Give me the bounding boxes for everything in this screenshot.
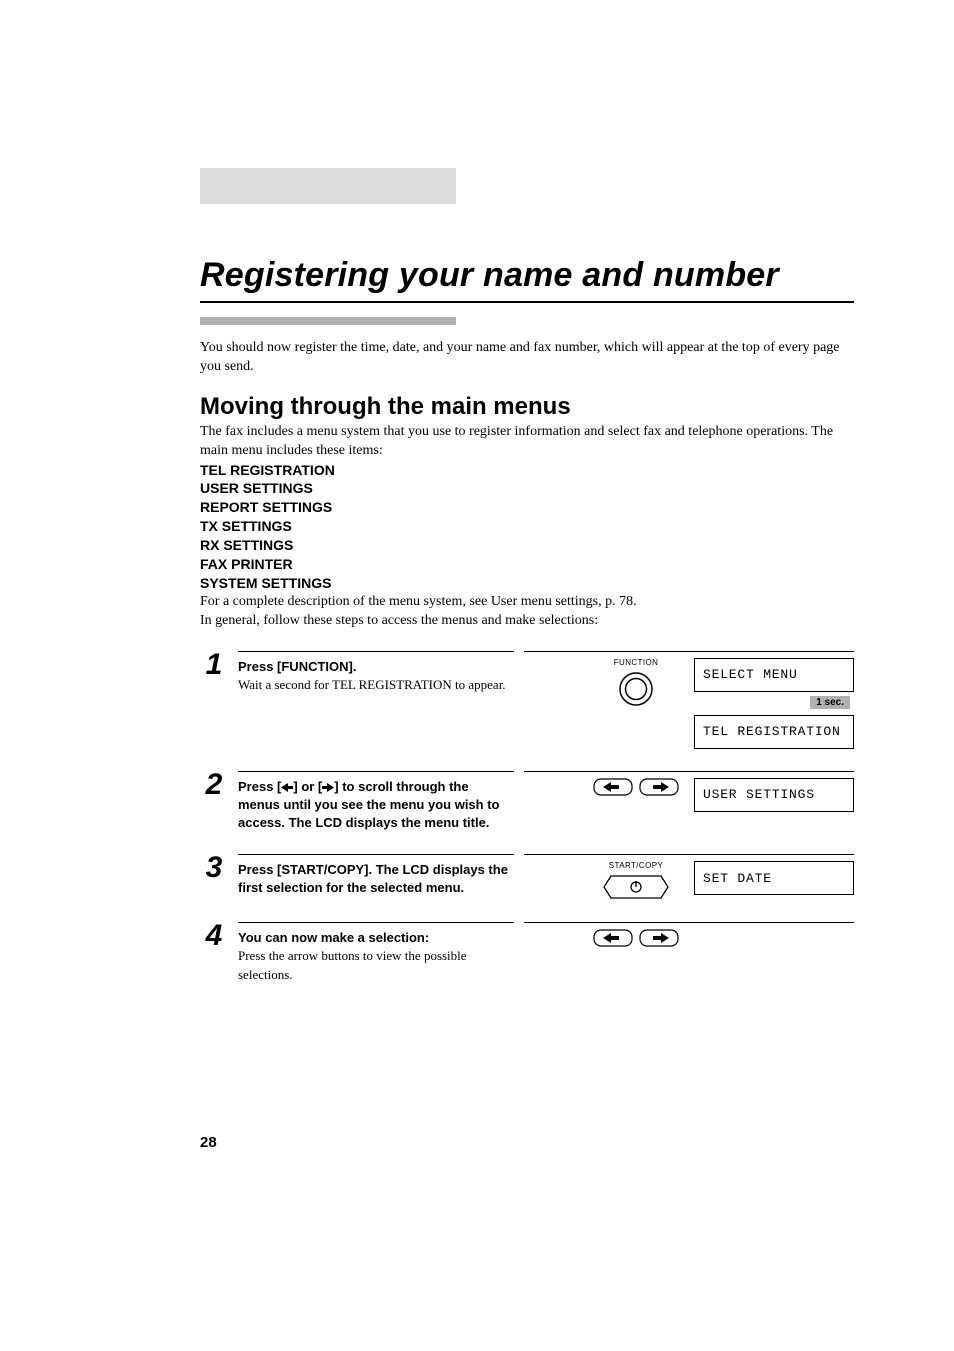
menu-item: FAX PRINTER	[200, 555, 854, 574]
step-text: Press [START/COPY]. The LCD displays the…	[238, 854, 514, 897]
lcd-column: USER SETTINGS	[694, 778, 854, 812]
button-label: START/COPY	[609, 861, 663, 870]
arrow-buttons-column	[592, 929, 680, 947]
section-heading: Moving through the main menus	[200, 393, 854, 421]
step-number: 1	[200, 651, 228, 678]
step-instruction-bold: Press [FUNCTION].	[238, 659, 356, 674]
step-1: 1 Press [FUNCTION]. Wait a second for TE…	[200, 651, 854, 749]
step-text: You can now make a selection: Press the …	[238, 922, 514, 984]
section-note-1: For a complete description of the menu s…	[200, 593, 854, 612]
right-arrow-button-icon	[639, 929, 679, 947]
title-accent-bar	[200, 317, 456, 325]
start-copy-button-column: START/COPY	[592, 861, 680, 900]
step-number: 2	[200, 771, 228, 798]
step-visual	[524, 922, 854, 947]
section-note-2: In general, follow these steps to access…	[200, 612, 854, 631]
step-instruction-plain: Wait a second for TEL REGISTRATION to ap…	[238, 677, 506, 692]
page-title: Registering your name and number	[200, 256, 854, 295]
intro-paragraph: You should now register the time, date, …	[200, 339, 854, 377]
lcd-column: SET DATE	[694, 861, 854, 895]
lcd-display: SET DATE	[694, 861, 854, 895]
menu-item: REPORT SETTINGS	[200, 498, 854, 517]
function-button-icon	[618, 671, 654, 707]
title-underline	[200, 301, 854, 303]
right-arrow-icon	[322, 783, 334, 792]
lcd-column: SELECT MENU 1 sec. TEL REGISTRATION	[694, 658, 854, 749]
steps-list: 1 Press [FUNCTION]. Wait a second for TE…	[200, 651, 854, 984]
section-footer: For a complete description of the menu s…	[200, 593, 854, 631]
step-text: Press [FUNCTION]. Wait a second for TEL …	[238, 651, 514, 694]
page-number: 28	[200, 1134, 217, 1151]
main-menu-list: TEL REGISTRATION USER SETTINGS REPORT SE…	[200, 461, 854, 593]
menu-item: USER SETTINGS	[200, 479, 854, 498]
left-arrow-button-icon	[593, 929, 633, 947]
start-copy-button-icon	[603, 874, 669, 900]
lcd-display: TEL REGISTRATION	[694, 715, 854, 749]
step-visual: START/COPY SET DATE	[524, 854, 854, 900]
right-arrow-button-icon	[639, 778, 679, 796]
left-arrow-icon	[281, 783, 293, 792]
section-description: The fax includes a menu system that you …	[200, 423, 854, 461]
step-visual: FUNCTION SELECT MENU 1 sec. TEL REGISTRA…	[524, 651, 854, 749]
step-3: 3 Press [START/COPY]. The LCD displays t…	[200, 854, 854, 900]
menu-item: SYSTEM SETTINGS	[200, 574, 854, 593]
step-visual: USER SETTINGS	[524, 771, 854, 812]
step-text: Press [] or [] to scroll through the men…	[238, 771, 514, 833]
step-number: 3	[200, 854, 228, 881]
button-label: FUNCTION	[614, 658, 659, 667]
step-instruction-bold: Press [START/COPY]. The LCD displays the…	[238, 862, 508, 895]
delay-badge: 1 sec.	[810, 696, 850, 709]
step-4: 4 You can now make a selection: Press th…	[200, 922, 854, 984]
arrow-buttons-column	[592, 778, 680, 796]
lcd-display: USER SETTINGS	[694, 778, 854, 812]
header-accent-block	[200, 168, 456, 204]
lcd-display: SELECT MENU	[694, 658, 854, 692]
function-button-column: FUNCTION	[592, 658, 680, 707]
step-instruction-plain: Press the arrow buttons to view the poss…	[238, 948, 467, 981]
step-instruction-bold: Press [] or [] to scroll through the men…	[238, 779, 499, 830]
step-number: 4	[200, 922, 228, 949]
menu-item: TX SETTINGS	[200, 517, 854, 536]
menu-item: TEL REGISTRATION	[200, 461, 854, 480]
step-instruction-bold: You can now make a selection:	[238, 930, 429, 945]
menu-item: RX SETTINGS	[200, 536, 854, 555]
left-arrow-button-icon	[593, 778, 633, 796]
step-2: 2 Press [] or [] to scroll through the m…	[200, 771, 854, 833]
